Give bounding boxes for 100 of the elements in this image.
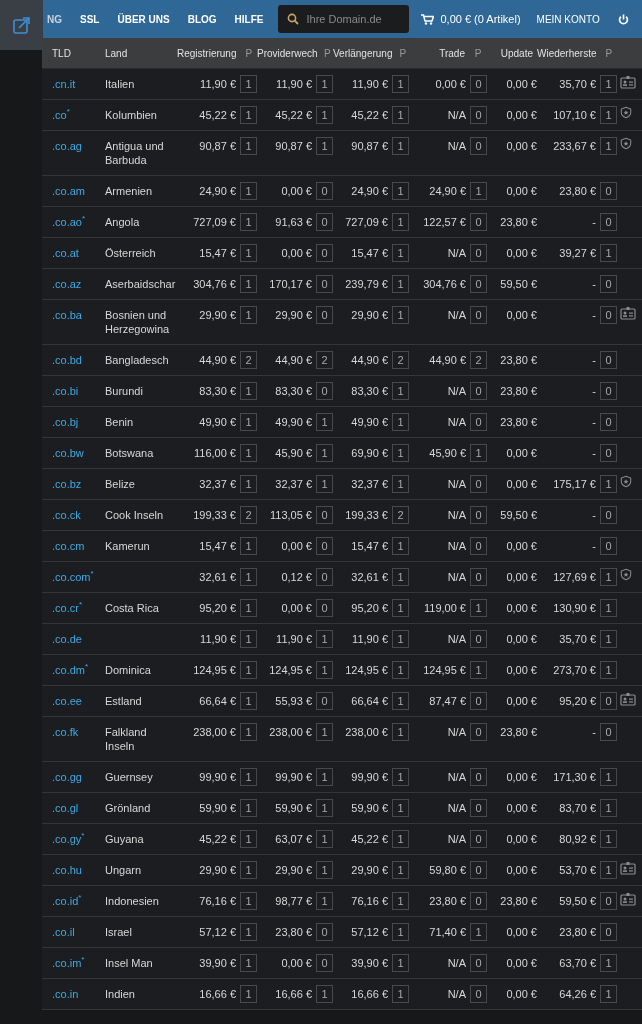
period-box: 0 xyxy=(600,182,617,200)
cart-link[interactable]: 0,00 € (0 Artikel) xyxy=(421,13,521,25)
price-cell-text: N/A xyxy=(447,108,466,123)
domain-link[interactable]: .co.ba xyxy=(52,300,105,344)
domain-link[interactable]: .co.cr$^{*}$ xyxy=(52,593,105,623)
period-box: 1 xyxy=(316,137,333,155)
domain-link[interactable]: .cn.it xyxy=(52,69,105,99)
column-header[interactable]: P xyxy=(396,47,409,59)
price-cell-text: 107,10 € xyxy=(553,108,596,123)
price-cell-text: 119,00 € xyxy=(424,601,466,616)
period-box: 0 xyxy=(600,382,617,400)
price-cell-text: 15,47 € xyxy=(199,539,236,554)
price-cell-text: 0,00 € xyxy=(505,956,537,971)
domain-link[interactable]: .co.ck xyxy=(52,500,105,530)
domain-link[interactable]: .co.in xyxy=(52,979,105,1009)
domain-link[interactable]: .co.bd xyxy=(52,345,105,375)
nav-link[interactable]: SSL xyxy=(71,13,109,25)
column-header[interactable]: Update xyxy=(487,47,537,59)
power-icon[interactable] xyxy=(617,13,629,25)
period-box: 0 xyxy=(470,213,487,231)
nav-link[interactable]: BLOG xyxy=(178,13,226,25)
period-box: 0 xyxy=(600,351,617,369)
domain-link[interactable]: .co.at xyxy=(52,238,105,268)
price-cell-text: - xyxy=(592,277,596,292)
nav-link[interactable]: ÜBER UNS xyxy=(108,13,179,25)
price-cell-text: 11,90 € xyxy=(200,77,236,92)
price-cell-text: 29,90 € xyxy=(199,863,236,878)
price-cell-text: 83,30 € xyxy=(275,384,312,399)
domain-link[interactable]: .co.bz xyxy=(52,469,105,499)
period-box: 0 xyxy=(470,799,487,817)
domain-link[interactable]: .co.am xyxy=(52,176,105,206)
domain-link[interactable]: .co.il xyxy=(52,917,105,947)
column-header[interactable]: P xyxy=(321,47,333,59)
domain-link[interactable]: .co.gg xyxy=(52,762,105,792)
period-box: 1 xyxy=(240,106,257,124)
price-cell-text: 69,90 € xyxy=(351,446,388,461)
period-box: 0 xyxy=(470,413,487,431)
column-header[interactable]: Verlängerung xyxy=(333,47,393,59)
column-header[interactable]: Land xyxy=(105,47,177,59)
column-header[interactable]: P xyxy=(600,47,617,59)
domain-link[interactable]: .co.hu xyxy=(52,855,105,885)
domain-link[interactable]: .co.fk xyxy=(52,717,105,761)
price-cell-text: 0,00 € xyxy=(505,987,537,1002)
period-box: 2 xyxy=(240,506,257,524)
period-box: 0 xyxy=(600,306,617,324)
account-link[interactable]: MEIN KONTO xyxy=(536,13,600,25)
country-cell-text: Indien xyxy=(105,987,136,1002)
column-header[interactable]: Providerwech xyxy=(257,47,318,59)
price-cell-text: 16,66 € xyxy=(199,987,236,1002)
domain-link[interactable]: .co.ao$^{*}$ xyxy=(52,207,105,237)
price-cell-text: 55,93 € xyxy=(275,694,312,709)
country-cell-text: Estland xyxy=(105,694,143,709)
price-cell-text: 59,80 € xyxy=(429,863,466,878)
column-header[interactable]: P xyxy=(469,47,487,59)
price-cell-text: 90,87 € xyxy=(275,139,312,154)
domain-link[interactable]: .co.ee xyxy=(52,686,105,716)
domain-link[interactable]: .co.im$^{*}$ xyxy=(52,948,105,978)
column-header[interactable]: Registrierung xyxy=(177,47,237,59)
country-cell-text: Dominica xyxy=(105,663,152,678)
price-cell-text: 239,79 € xyxy=(345,277,388,292)
price-cell-text: 0,12 € xyxy=(281,570,312,585)
period-box: 0 xyxy=(600,923,617,941)
period-box: 0 xyxy=(316,954,333,972)
period-box: 1 xyxy=(392,137,409,155)
period-box: 0 xyxy=(470,768,487,786)
share-panel[interactable] xyxy=(0,0,43,50)
price-cell-text: 116,00 € xyxy=(194,446,236,461)
domain-link[interactable]: .co.gy$^{*}$ xyxy=(52,824,105,854)
period-box: 1 xyxy=(392,799,409,817)
price-cell-text: 45,90 € xyxy=(429,446,466,461)
column-header[interactable]: Wiederherste xyxy=(537,47,597,59)
period-box: 1 xyxy=(392,861,409,879)
column-header[interactable]: P xyxy=(240,47,257,59)
search-field[interactable]: Ihre Domain.de xyxy=(278,5,410,33)
domain-link[interactable]: .co.az xyxy=(52,269,105,299)
domain-link[interactable]: .co.com$^{*}$ xyxy=(52,562,105,592)
domain-link[interactable]: .co.gl xyxy=(52,793,105,823)
period-box: 1 xyxy=(240,892,257,910)
column-header[interactable]: TLD xyxy=(52,47,105,59)
domain-link[interactable]: .co.dm$^{*}$ xyxy=(52,655,105,685)
period-box: 1 xyxy=(316,661,333,679)
period-box: 1 xyxy=(600,861,617,879)
price-cell-text: 44,90 € xyxy=(429,353,466,368)
column-header[interactable]: Trade xyxy=(409,47,465,59)
period-box: 0 xyxy=(470,630,487,648)
domain-link[interactable]: .co$^{*}$ xyxy=(52,100,105,130)
period-box: 0 xyxy=(316,692,333,710)
price-cell-text: 122,57 € xyxy=(423,215,466,230)
price-cell-text: 99,90 € xyxy=(351,770,388,785)
period-box: 1 xyxy=(600,799,617,817)
nav-link[interactable]: HILFE xyxy=(225,13,273,25)
domain-link[interactable]: .co.cm xyxy=(52,531,105,561)
nav-link[interactable]: NG xyxy=(47,13,71,25)
price-cell-text: 238,00 € xyxy=(193,725,236,740)
domain-link[interactable]: .co.bi xyxy=(52,376,105,406)
domain-link[interactable]: .co.bw xyxy=(52,438,105,468)
domain-link[interactable]: .co.de xyxy=(52,624,105,654)
domain-link[interactable]: .co.id$^{*}$ xyxy=(52,886,105,916)
domain-link[interactable]: .co.bj xyxy=(52,407,105,437)
domain-link[interactable]: .co.ag xyxy=(52,131,105,175)
